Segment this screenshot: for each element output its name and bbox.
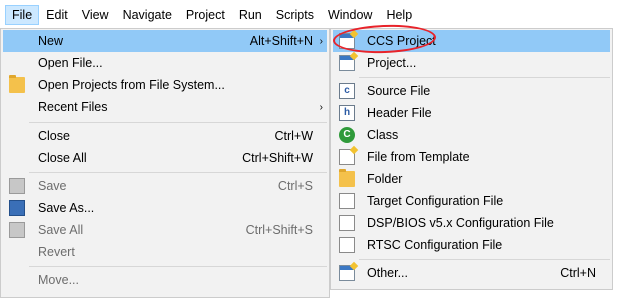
submenu-item-dsp-bios-config[interactable]: DSP/BIOS v5.x Configuration File: [333, 212, 610, 234]
menu-item-label: Source File: [367, 84, 431, 98]
menu-item-label: Recent Files: [38, 100, 108, 114]
menu-item-label: New: [38, 34, 64, 48]
menu-item-label: Save As...: [38, 201, 95, 215]
menu-item-shortcut: Ctrl+W: [274, 129, 313, 143]
other-wizard-icon: [339, 261, 359, 281]
menu-item-label: Other...: [367, 266, 408, 280]
menu-item-label: Revert: [38, 245, 75, 259]
ccs-project-icon: [339, 29, 359, 49]
file-menu-item-recent-files[interactable]: Recent Files ›: [3, 96, 327, 118]
menu-item-label: Close: [38, 129, 70, 143]
file-menu-item-open-file[interactable]: Open File...: [3, 52, 327, 74]
target-config-icon: [339, 193, 355, 209]
file-menu-dropdown: New Alt+Shift+N › Open File... Open Proj…: [0, 28, 330, 298]
submenu-item-project[interactable]: Project...: [333, 51, 610, 74]
menu-scripts[interactable]: Scripts: [269, 5, 321, 25]
menu-navigate[interactable]: Navigate: [116, 5, 179, 25]
menu-project[interactable]: Project: [179, 5, 232, 25]
menu-item-label: Project...: [367, 56, 417, 70]
menu-item-label: DSP/BIOS v5.x Configuration File: [367, 216, 554, 230]
file-menu-item-revert[interactable]: Revert: [3, 241, 327, 263]
menu-item-shortcut: Ctrl+Shift+W: [242, 151, 313, 165]
submenu-item-folder[interactable]: Folder: [333, 168, 610, 190]
file-menu-item-new[interactable]: New Alt+Shift+N ›: [3, 30, 327, 52]
file-menu-item-close-all[interactable]: Close All Ctrl+Shift+W: [3, 147, 327, 169]
menu-item-label: Move...: [38, 273, 79, 287]
menu-item-label: Close All: [38, 151, 87, 165]
source-file-icon: c: [339, 83, 355, 99]
menu-item-label: Class: [367, 128, 399, 142]
file-menu-item-save-as[interactable]: Save As...: [3, 197, 327, 219]
project-icon: [339, 51, 359, 71]
menu-item-label: Save: [38, 179, 67, 193]
submenu-item-rtsc-config[interactable]: RTSC Configuration File: [333, 234, 610, 256]
submenu-item-source-file[interactable]: c Source File: [333, 80, 610, 102]
menu-file[interactable]: File: [5, 4, 40, 25]
submenu-item-header-file[interactable]: h Header File: [333, 102, 610, 124]
submenu-item-target-config[interactable]: Target Configuration File: [333, 190, 610, 212]
file-template-icon: [339, 145, 359, 165]
header-file-icon: h: [339, 105, 355, 121]
menu-item-label: Header File: [367, 106, 432, 120]
menu-item-label: CCS Project: [367, 34, 436, 48]
menu-item-label: Open File...: [38, 56, 103, 70]
file-menu-item-save[interactable]: Save Ctrl+S: [3, 175, 327, 197]
menu-item-label: File from Template: [367, 150, 470, 164]
rtsc-config-icon: [339, 237, 355, 253]
submenu-item-other[interactable]: Other... Ctrl+N: [333, 261, 610, 284]
save-all-icon: [9, 222, 25, 238]
save-as-icon: [9, 200, 25, 216]
menu-separator: [29, 172, 327, 173]
menu-bar: File Edit View Navigate Project Run Scri…: [0, 0, 617, 29]
menu-item-shortcut: Ctrl+S: [277, 179, 313, 193]
menu-run[interactable]: Run: [232, 5, 269, 25]
submenu-item-file-from-template[interactable]: File from Template: [333, 145, 610, 168]
menu-separator: [359, 77, 610, 78]
submenu-arrow-icon: ›: [319, 101, 323, 113]
menu-item-shortcut: Alt+Shift+N: [249, 34, 313, 48]
menu-separator: [29, 122, 327, 123]
menu-item-shortcut: Ctrl+Shift+S: [245, 223, 313, 237]
save-icon: [9, 178, 25, 194]
menu-item-label: Save All: [38, 223, 84, 237]
class-icon: C: [339, 127, 355, 143]
file-menu-item-save-all[interactable]: Save All Ctrl+Shift+S: [3, 219, 327, 241]
new-submenu: CCS Project Project... c Source File h H…: [330, 28, 613, 290]
submenu-item-class[interactable]: C Class: [333, 124, 610, 146]
menu-separator: [29, 266, 327, 267]
menu-item-label: Open Projects from File System...: [38, 78, 225, 92]
folder-icon: [339, 169, 355, 187]
menu-item-label: Folder: [367, 172, 403, 186]
menu-item-shortcut: Ctrl+N: [560, 266, 596, 280]
menu-separator: [359, 259, 610, 260]
submenu-arrow-icon: ›: [319, 35, 323, 47]
open-projects-folder-icon: [9, 75, 25, 93]
dsp-bios-config-icon: [339, 215, 355, 231]
menu-item-label: RTSC Configuration File: [367, 238, 503, 252]
menu-edit[interactable]: Edit: [39, 5, 75, 25]
menu-window[interactable]: Window: [321, 5, 379, 25]
menu-view[interactable]: View: [75, 5, 116, 25]
menu-help[interactable]: Help: [379, 5, 419, 25]
file-menu-item-close[interactable]: Close Ctrl+W: [3, 125, 327, 147]
submenu-item-ccs-project[interactable]: CCS Project: [333, 29, 610, 52]
file-menu-item-open-projects[interactable]: Open Projects from File System...: [3, 74, 327, 96]
menu-item-label: Target Configuration File: [367, 194, 504, 208]
